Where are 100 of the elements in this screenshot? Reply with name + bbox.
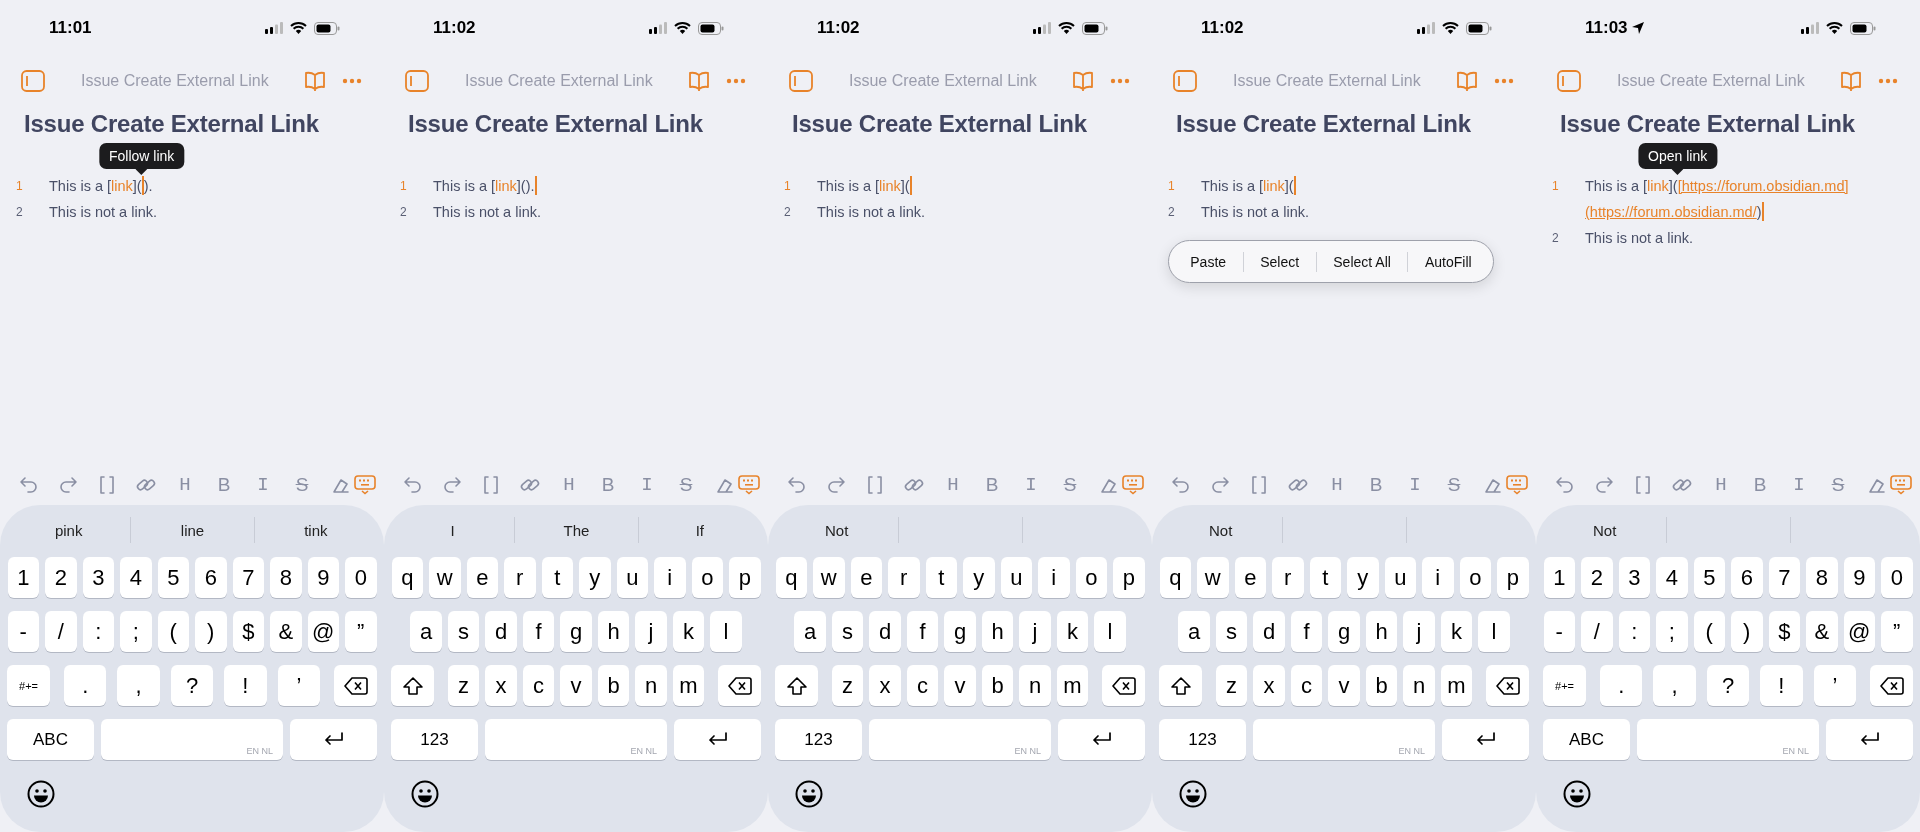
keyboard-key[interactable]: p — [729, 557, 761, 598]
keyboard-key[interactable]: , — [117, 665, 160, 706]
keyboard-key[interactable]: d — [869, 611, 901, 652]
sidebar-icon[interactable] — [21, 70, 45, 92]
keyboard-key[interactable]: k — [1440, 611, 1473, 652]
keyboard-icon[interactable] — [354, 474, 376, 496]
keyboard-icon[interactable] — [1122, 474, 1144, 496]
keyboard-key[interactable]: q — [1159, 557, 1191, 598]
keyboard-key[interactable]: m — [672, 665, 705, 706]
keyboard-key[interactable]: l — [710, 611, 742, 652]
emoji-icon[interactable] — [1179, 780, 1207, 808]
keyboard-key[interactable]: l — [1094, 611, 1126, 652]
keyboard-key[interactable]: a — [410, 611, 442, 652]
return-key[interactable] — [1442, 719, 1529, 760]
keyboard-key[interactable]: u — [1000, 557, 1032, 598]
keyboard-key[interactable]: r — [504, 557, 536, 598]
redo-icon[interactable] — [1209, 474, 1231, 496]
keyboard-key[interactable]: n — [1403, 665, 1435, 706]
keyboard-key[interactable]: 4 — [1656, 557, 1688, 598]
suggestion[interactable]: Not — [1593, 521, 1617, 539]
shift-key[interactable] — [775, 665, 818, 706]
keyboard-key[interactable]: - — [1543, 611, 1575, 652]
sidebar-icon[interactable] — [789, 70, 813, 92]
keyboard-key[interactable]: 3 — [82, 557, 114, 598]
keyboard-key[interactable]: j — [1019, 611, 1051, 652]
keyboard-key[interactable]: k — [1056, 611, 1089, 652]
keyboard-key[interactable]: / — [45, 611, 77, 652]
shift-key[interactable] — [1159, 665, 1202, 706]
keyboard-key[interactable]: s — [447, 611, 480, 652]
keyboard-key[interactable]: @ — [307, 611, 339, 652]
keyboard-key[interactable]: t — [541, 557, 573, 598]
emoji-icon[interactable] — [795, 780, 823, 808]
keyboard-key[interactable]: 7 — [1768, 557, 1800, 598]
keyboard-key[interactable]: h — [1365, 611, 1398, 652]
keyboard-key[interactable]: r — [1272, 557, 1304, 598]
keyboard-key[interactable]: ’ — [1813, 665, 1857, 706]
keyboard-key[interactable]: q — [391, 557, 423, 598]
keyboard-key[interactable]: o — [1459, 557, 1491, 598]
keyboard-key[interactable]: t — [1309, 557, 1341, 598]
suggestion[interactable]: Not — [825, 521, 849, 539]
keyboard-key[interactable]: ! — [224, 665, 267, 706]
symbols-key[interactable]: #+= — [1543, 665, 1586, 706]
more-icon[interactable] — [1878, 78, 1898, 84]
sidebar-icon[interactable] — [405, 70, 429, 92]
keyboard-key[interactable]: f — [522, 611, 555, 652]
keyboard-key[interactable]: q — [775, 557, 807, 598]
undo-icon[interactable] — [786, 474, 808, 496]
delete-key[interactable] — [1102, 665, 1145, 706]
emoji-icon[interactable] — [27, 780, 55, 808]
keyboard-key[interactable]: ) — [1731, 611, 1763, 652]
menu-item[interactable]: AutoFill — [1419, 249, 1478, 274]
keyboard-key[interactable]: f — [906, 611, 939, 652]
keyboard-key[interactable]: n — [1019, 665, 1051, 706]
book-icon[interactable] — [1840, 70, 1862, 92]
keyboard-key[interactable]: ” — [345, 611, 377, 652]
keyboard-key[interactable]: ? — [170, 665, 214, 706]
keyboard-key[interactable]: 4 — [120, 557, 152, 598]
keyboard-key[interactable]: w — [813, 557, 845, 598]
return-key[interactable] — [1058, 719, 1145, 760]
undo-icon[interactable] — [18, 474, 40, 496]
mode-key[interactable]: 123 — [775, 719, 862, 760]
keyboard-key[interactable]: v — [944, 665, 976, 706]
redo-icon[interactable] — [441, 474, 463, 496]
keyboard-key[interactable]: 8 — [270, 557, 302, 598]
return-key[interactable] — [290, 719, 377, 760]
keyboard-icon[interactable] — [1890, 474, 1912, 496]
keyboard-key[interactable]: ; — [120, 611, 152, 652]
keyboard-key[interactable]: ; — [1656, 611, 1688, 652]
delete-key[interactable] — [334, 665, 377, 706]
keyboard-key[interactable]: v — [1328, 665, 1360, 706]
keyboard-key[interactable]: w — [1197, 557, 1229, 598]
keyboard-icon[interactable] — [1506, 474, 1528, 496]
menu-item[interactable]: Paste — [1184, 249, 1233, 274]
keyboard-key[interactable]: x — [485, 665, 517, 706]
keyboard-key[interactable]: v — [560, 665, 592, 706]
keyboard-key[interactable]: h — [597, 611, 630, 652]
keyboard-key[interactable]: y — [579, 557, 611, 598]
keyboard-key[interactable]: : — [82, 611, 114, 652]
sidebar-icon[interactable] — [1557, 70, 1581, 92]
keyboard-key[interactable]: z — [447, 665, 480, 706]
keyboard-key[interactable]: w — [429, 557, 461, 598]
keyboard-key[interactable]: d — [485, 611, 517, 652]
emoji-icon[interactable] — [411, 780, 439, 808]
keyboard-key[interactable]: z — [1215, 665, 1248, 706]
keyboard-key[interactable]: 6 — [1731, 557, 1763, 598]
keyboard-key[interactable]: o — [691, 557, 723, 598]
keyboard-key[interactable]: ! — [1760, 665, 1803, 706]
return-key[interactable] — [674, 719, 761, 760]
undo-icon[interactable] — [1170, 474, 1192, 496]
keyboard-key[interactable]: l — [1478, 611, 1510, 652]
book-icon[interactable] — [1456, 70, 1478, 92]
keyboard-key[interactable]: $ — [232, 611, 264, 652]
keyboard-key[interactable]: 0 — [345, 557, 377, 598]
keyboard-key[interactable]: ’ — [277, 665, 321, 706]
keyboard-key[interactable]: . — [1600, 665, 1643, 706]
keyboard-key[interactable]: x — [1253, 665, 1285, 706]
keyboard-key[interactable]: & — [270, 611, 302, 652]
menu-item[interactable]: Select — [1254, 249, 1306, 274]
delete-key[interactable] — [718, 665, 761, 706]
suggestion[interactable]: pink — [54, 521, 83, 539]
